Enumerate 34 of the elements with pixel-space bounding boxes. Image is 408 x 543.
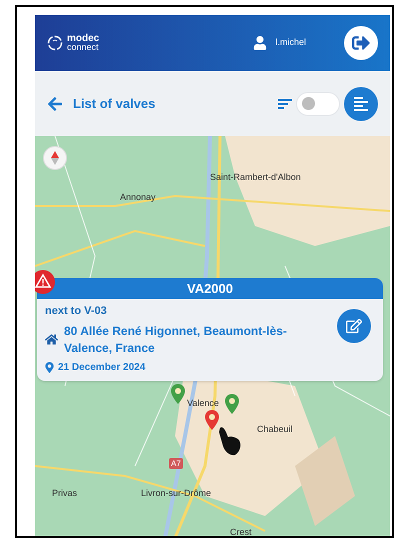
home-icon xyxy=(45,333,58,346)
toggle-switch[interactable] xyxy=(296,92,340,116)
logo-icon xyxy=(47,35,63,51)
place-label: Saint-Rambert-d'Albon xyxy=(210,172,301,183)
place-label: Privas xyxy=(52,488,78,499)
date-text: 21 December 2024 xyxy=(58,360,146,374)
valve-card[interactable]: VA2000 next to V-03 80 Allée René Higonnet, Beaumont-lès-Valence, France 21 December 2024 xyxy=(37,278,383,380)
location-pin-icon xyxy=(45,362,54,372)
place-label: Livron-sur-Drôme xyxy=(141,488,212,499)
valve-title: VA2000 xyxy=(186,280,233,298)
place-label: Valence xyxy=(187,398,219,409)
edit-icon xyxy=(346,318,362,334)
place-label: Crest xyxy=(230,527,252,536)
logout-icon xyxy=(352,34,370,52)
hand-cursor-icon xyxy=(218,426,242,456)
map-marker-icon[interactable] xyxy=(171,384,185,404)
list-view-button[interactable] xyxy=(344,86,378,120)
place-label: Annonay xyxy=(120,192,156,203)
edit-button[interactable] xyxy=(337,309,371,343)
logo-tagline: connect xyxy=(67,43,100,52)
user-name: l.michel xyxy=(275,36,306,50)
logo-name: modec xyxy=(67,34,100,43)
address-text: 80 Allée René Higonnet, Beaumont-lès-Valence, France xyxy=(64,322,288,356)
sort-icon xyxy=(278,98,292,108)
user-icon xyxy=(253,36,268,50)
back-link[interactable]: List of valves xyxy=(47,94,156,114)
list-icon xyxy=(353,96,369,112)
road-shield: A7 xyxy=(169,458,183,469)
logout-button[interactable] xyxy=(344,26,378,60)
map-marker-icon[interactable] xyxy=(205,410,219,430)
map-marker-icon[interactable] xyxy=(225,394,239,414)
back-arrow-icon xyxy=(47,96,63,112)
location-description: next to V-03 xyxy=(45,304,108,319)
place-label: Chabeuil xyxy=(257,424,293,435)
